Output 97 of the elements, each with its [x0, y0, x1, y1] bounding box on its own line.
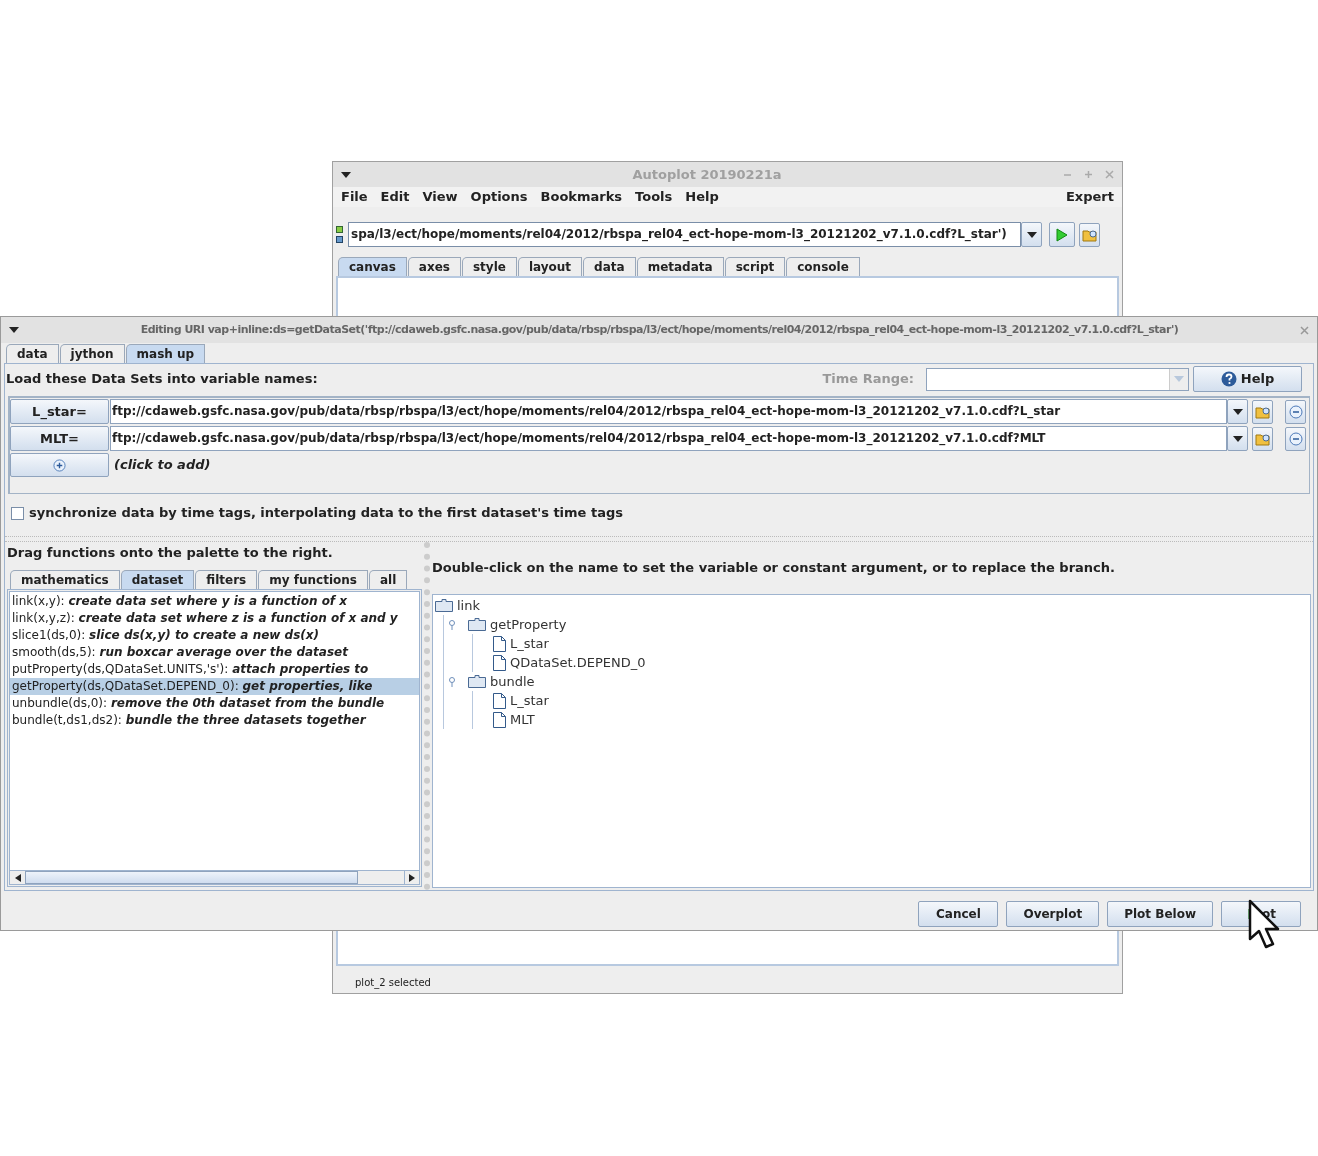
- caret-icon: [1232, 408, 1243, 415]
- file-icon: [493, 635, 506, 652]
- tab[interactable]: mash up: [125, 344, 206, 363]
- menu-item[interactable]: View: [422, 187, 458, 207]
- add-hint: (click to add): [114, 456, 211, 475]
- horizontal-scrollbar[interactable]: [9, 870, 420, 885]
- folder-icon: [468, 675, 486, 688]
- tab[interactable]: console: [786, 257, 860, 276]
- status-indicator-icon: [336, 224, 344, 245]
- time-range-field[interactable]: [926, 367, 1189, 391]
- section-heading: Load these Data Sets into variable names:: [6, 370, 318, 389]
- caret-icon: [1174, 376, 1184, 382]
- function-list-item[interactable]: link(x,y): create data set where y is a function of x: [10, 592, 419, 610]
- dropdown-button[interactable]: [1021, 222, 1042, 247]
- scroll-left-icon[interactable]: [14, 873, 21, 882]
- remove-button[interactable]: [1285, 426, 1306, 451]
- function-list-item[interactable]: putProperty(ds,QDataSet.UNITS,'s'): attach properties to: [10, 660, 419, 678]
- open-file-button[interactable]: [1079, 222, 1100, 247]
- instructions-text: Double-click on the name to set the variable or constant argument, or to replace the branch.: [432, 559, 1115, 578]
- tree-node-label[interactable]: L_star: [510, 633, 549, 654]
- caret-icon: [1232, 435, 1243, 442]
- tab[interactable]: mathematics: [10, 569, 120, 589]
- folder-icon: [1254, 404, 1271, 419]
- file-icon: [493, 692, 506, 709]
- uri-field[interactable]: spa/l3/ect/hope/moments/rel04/2012/rbspa_rel04_ect-hope-mom-l3_20121202_v7.1.0.cdf?L_star'): [348, 222, 1021, 247]
- folder-icon: [468, 618, 486, 631]
- menu-item[interactable]: Tools: [635, 187, 673, 207]
- tree-node-label[interactable]: MLT: [510, 709, 535, 730]
- maximize-icon[interactable]: [1084, 170, 1093, 179]
- dialog-button[interactable]: Plot Below: [1107, 901, 1213, 927]
- window-title: Autoplot 20190221a: [631, 165, 783, 184]
- plus-icon: [53, 458, 66, 472]
- folder-icon: [1254, 431, 1271, 446]
- dialog-button[interactable]: Overplot: [1006, 901, 1100, 927]
- tab[interactable]: style: [461, 257, 517, 276]
- menu-item[interactable]: Edit: [380, 187, 410, 207]
- time-range-label: Time Range:: [822, 370, 914, 389]
- variable-name-button[interactable]: MLT=: [10, 426, 109, 451]
- close-icon[interactable]: [1105, 170, 1114, 179]
- tree-node-label[interactable]: QDataSet.DEPEND_0: [510, 652, 646, 673]
- tab[interactable]: jython: [59, 344, 125, 363]
- caret-icon: [9, 327, 19, 333]
- tree-node-label[interactable]: getProperty: [490, 614, 567, 635]
- help-icon: [1220, 371, 1237, 387]
- function-list-item[interactable]: getProperty(ds,QDataSet.DEPEND_0): get properties, like: [10, 677, 419, 695]
- tab[interactable]: dataset: [120, 569, 195, 589]
- tab[interactable]: metadata: [636, 257, 724, 276]
- tab[interactable]: my functions: [258, 569, 368, 589]
- function-list-item[interactable]: link(x,y,z): create data set where z is a function of x and y: [10, 609, 419, 627]
- window-title: Editing URI vap+inline:ds=getDataSet('ftp://cdaweb.gsfc.nasa.gov/pub/data/rbsp/rbspa/l3/ect/hope/moments/rel04/2012/rbspa_rel04_ect-hope-mom-l3_20121202_v7.1.0.cdf?L_star'): [139, 321, 1180, 338]
- expand-handle-icon[interactable]: [448, 676, 456, 687]
- uri-field[interactable]: ftp://cdaweb.gsfc.nasa.gov/pub/data/rbsp/rbspa/l3/ect/hope/moments/rel04/2012/rbspa_rel04_ect-hope-mom-l3_20121202_v7.1.0.cdf?MLT: [110, 426, 1227, 451]
- minus-icon: [1288, 431, 1303, 446]
- expand-handle-icon[interactable]: [448, 619, 456, 630]
- function-list-item[interactable]: bundle(t,ds1,ds2): bundle the three datasets together: [10, 711, 419, 729]
- function-list-item[interactable]: unbundle(ds,0): remove the 0th dataset from the bundle: [10, 694, 419, 712]
- file-icon: [493, 654, 506, 671]
- checkbox[interactable]: [11, 506, 24, 520]
- tree-node-label[interactable]: L_star: [510, 690, 549, 711]
- dropdown-button[interactable]: [1227, 426, 1248, 451]
- tab[interactable]: axes: [407, 257, 461, 276]
- file-icon: [493, 711, 506, 728]
- minus-icon: [1288, 404, 1303, 419]
- close-icon[interactable]: [1300, 325, 1309, 335]
- tab[interactable]: layout: [517, 257, 583, 276]
- tab[interactable]: filters: [195, 569, 258, 589]
- dialog-button[interactable]: Cancel: [918, 901, 999, 927]
- scroll-right-icon[interactable]: [409, 873, 415, 882]
- tree-node-label[interactable]: link: [457, 595, 480, 616]
- palette-heading: Drag functions onto the palette to the right.: [7, 544, 334, 562]
- menu-item[interactable]: Bookmarks: [540, 187, 623, 207]
- uri-field[interactable]: ftp://cdaweb.gsfc.nasa.gov/pub/data/rbsp/rbspa/l3/ect/hope/moments/rel04/2012/rbspa_rel04_ect-hope-mom-l3_20121202_v7.1.0.cdf?L_star: [110, 399, 1227, 424]
- menu-item[interactable]: Help: [685, 187, 719, 207]
- function-list-item[interactable]: slice1(ds,0): slice ds(x,y) to create a new ds(x): [10, 626, 419, 644]
- menu-item[interactable]: Expert: [1066, 187, 1114, 207]
- tab[interactable]: data: [583, 257, 636, 276]
- folder-icon: [1081, 227, 1098, 242]
- dropdown-button[interactable]: [1227, 399, 1248, 424]
- checkbox-label: synchronize data by time tags, interpolating data to the first dataset's time tags: [29, 504, 623, 523]
- menu-item[interactable]: File: [341, 187, 368, 207]
- folder-icon: [435, 599, 453, 612]
- caret-icon: [1026, 231, 1037, 238]
- play-button[interactable]: [1049, 222, 1075, 247]
- play-icon: [1056, 227, 1068, 242]
- tab[interactable]: script: [724, 257, 786, 276]
- function-list-item[interactable]: smooth(ds,5): run boxcar average over the dataset: [10, 643, 419, 661]
- tab[interactable]: canvas: [338, 257, 407, 276]
- variable-name-button[interactable]: L_star=: [10, 399, 109, 424]
- menu-item[interactable]: Options: [470, 187, 528, 207]
- tab[interactable]: all: [368, 569, 408, 589]
- remove-button[interactable]: [1285, 399, 1306, 424]
- add-button[interactable]: [10, 453, 109, 477]
- tree-node-label[interactable]: bundle: [490, 671, 535, 692]
- caret-icon: [341, 171, 351, 178]
- status-text: plot_2 selected: [355, 976, 432, 990]
- tab[interactable]: data: [6, 344, 59, 363]
- help-button[interactable]: Help: [1193, 366, 1302, 392]
